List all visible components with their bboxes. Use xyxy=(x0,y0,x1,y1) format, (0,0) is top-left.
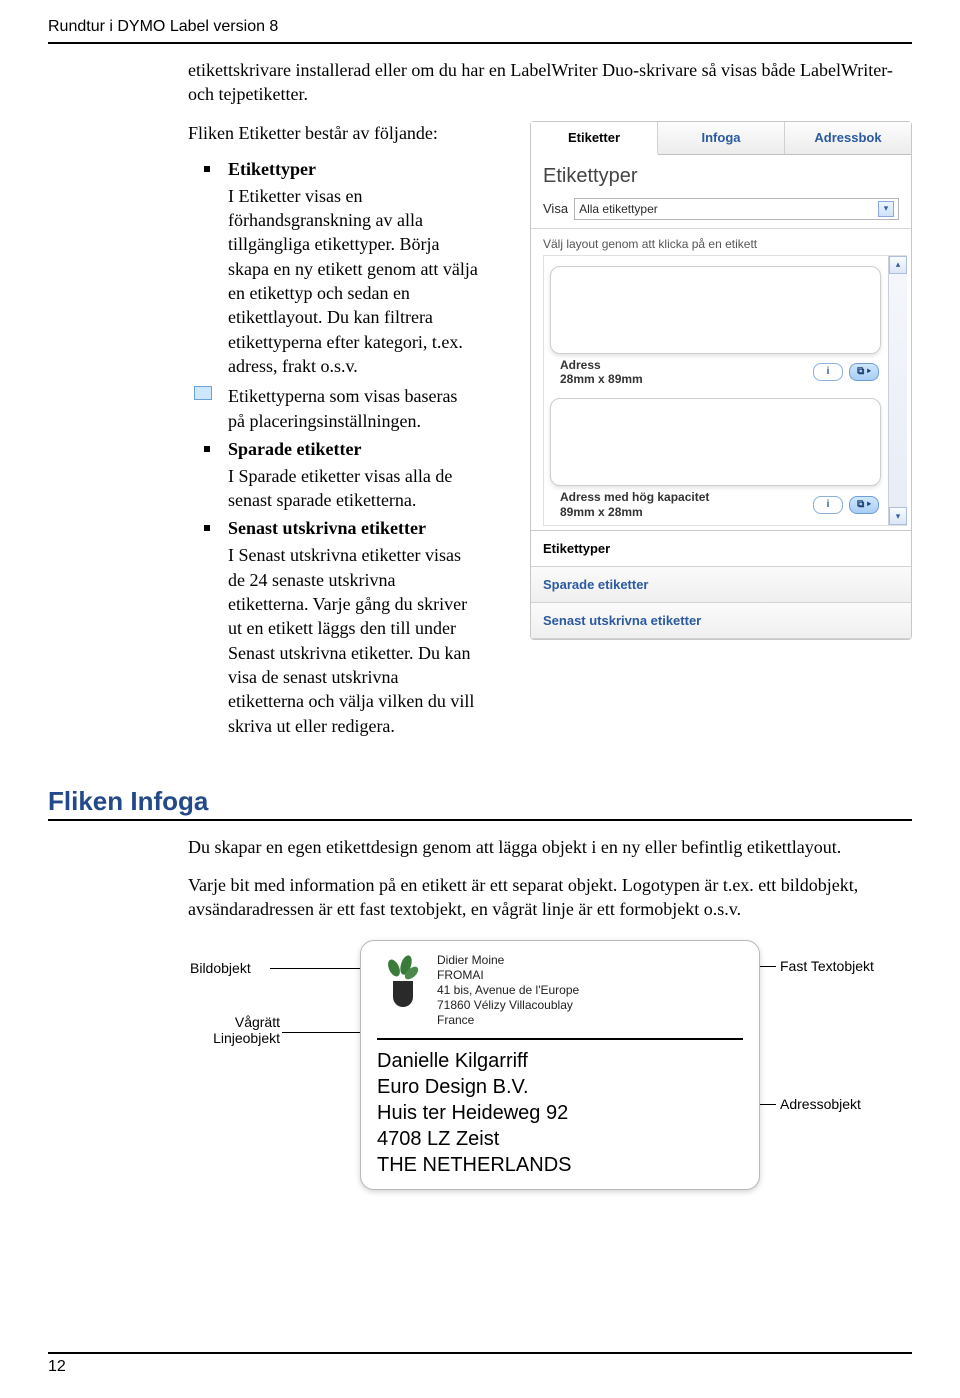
tab-adressbok[interactable]: Adressbok xyxy=(785,122,911,154)
callout-adressobjekt: Adressobjekt xyxy=(780,1096,861,1112)
intro-subhead: Fliken Etiketter består av följande: xyxy=(188,121,478,145)
label-thumbnail xyxy=(550,398,881,486)
bullet-etikettyper: Etikettyper I Etiketter visas en förhand… xyxy=(204,159,478,378)
callout-fasttext: Fast Textobjekt xyxy=(780,958,874,974)
flower-vase-icon xyxy=(377,953,427,1009)
section-heading-infoga: Fliken Infoga xyxy=(48,786,912,821)
label-anatomy-figure: Bildobjekt Vågrätt Linjeobjekt Fast Text… xyxy=(188,936,912,1216)
bottom-nav-sparade[interactable]: Sparade etiketter xyxy=(531,567,911,603)
sample-sender-text: Didier Moine FROMAI 41 bis, Avenue de l'… xyxy=(437,953,579,1028)
bullet-icon xyxy=(204,525,210,531)
chevron-down-icon[interactable]: ▾ xyxy=(878,201,894,217)
sample-recipient-text: Danielle Kilgarriff Euro Design B.V. Hui… xyxy=(377,1048,743,1178)
bottom-nav-senast[interactable]: Senast utskrivna etiketter xyxy=(531,603,911,639)
callout-linjeobjekt: Vågrätt Linjeobjekt xyxy=(190,1014,280,1046)
horizontal-rule xyxy=(377,1038,743,1040)
bullet-etikettyper-title: Etikettyper xyxy=(228,159,478,180)
panel-hint: Välj layout genom att klicka på en etike… xyxy=(531,229,911,255)
callout-bildobjekt: Bildobjekt xyxy=(190,960,251,976)
info-note: Etikettyperna som visas baseras på place… xyxy=(204,384,478,433)
label-type-filter[interactable]: Alla etikettyper ▾ xyxy=(574,198,899,220)
label-caption: Adress med hög kapacitet 89mm x 28mm xyxy=(560,490,807,519)
intro-paragraph: etikettskrivare installerad eller om du … xyxy=(188,58,912,107)
filter-value: Alla etikettyper xyxy=(579,202,658,216)
bullet-etikettyper-text: I Etiketter visas en förhandsgranskning … xyxy=(228,184,478,378)
running-header: Rundtur i DYMO Label version 8 xyxy=(48,18,912,44)
tab-etiketter[interactable]: Etiketter xyxy=(531,122,658,155)
duplicate-icon[interactable]: ⧉ ▸ xyxy=(849,363,879,381)
bullet-senast: Senast utskrivna etiketter I Senast utsk… xyxy=(204,518,478,737)
bullet-sparade-title: Sparade etiketter xyxy=(228,439,478,460)
label-type-list: ▴ ▾ Adress 28mm x 89mm xyxy=(531,255,911,531)
bullet-icon xyxy=(204,446,210,452)
scroll-down-button[interactable]: ▾ xyxy=(889,507,907,525)
info-note-text: Etikettyperna som visas baseras på place… xyxy=(228,386,457,430)
duplicate-icon[interactable]: ⧉ ▸ xyxy=(849,496,879,514)
note-icon xyxy=(194,386,212,400)
label-types-panel: Etiketter Infoga Adressbok Etikettyper V… xyxy=(530,121,912,641)
visa-label: Visa xyxy=(543,201,568,216)
sample-label: Didier Moine FROMAI 41 bis, Avenue de l'… xyxy=(360,940,760,1190)
bullet-sparade: Sparade etiketter I Sparade etiketter vi… xyxy=(204,439,478,513)
page-number: 12 xyxy=(48,1352,912,1376)
section2-para1: Du skapar en egen etikettdesign genom at… xyxy=(188,835,912,859)
bullet-senast-text: I Senast utskrivna etiketter visas de 24… xyxy=(228,543,478,737)
callout-line xyxy=(270,968,370,969)
info-icon[interactable]: i xyxy=(813,496,843,514)
panel-bottom-nav: Etikettyper Sparade etiketter Senast uts… xyxy=(531,530,911,639)
label-type-card[interactable]: Adress med hög kapacitet 89mm x 28mm i ⧉… xyxy=(550,398,881,521)
filter-row: Visa Alla etikettyper ▾ xyxy=(531,192,911,229)
label-thumbnail xyxy=(550,266,881,354)
callout-line xyxy=(282,1032,362,1033)
bottom-nav-etikettyper[interactable]: Etikettyper xyxy=(531,531,911,567)
label-type-card[interactable]: Adress 28mm x 89mm i ⧉ ▸ xyxy=(550,266,881,389)
section2-para2: Varje bit med information på en etikett … xyxy=(188,873,912,922)
label-caption: Adress 28mm x 89mm xyxy=(560,358,807,387)
panel-tabs: Etiketter Infoga Adressbok xyxy=(531,122,911,155)
tab-infoga[interactable]: Infoga xyxy=(658,122,785,154)
info-icon[interactable]: i xyxy=(813,363,843,381)
panel-section-title: Etikettyper xyxy=(531,155,911,192)
scroll-up-button[interactable]: ▴ xyxy=(889,256,907,274)
scrollbar[interactable]: ▴ ▾ xyxy=(888,256,907,526)
bullet-icon xyxy=(204,166,210,172)
bullet-senast-title: Senast utskrivna etiketter xyxy=(228,518,478,539)
bullet-sparade-text: I Sparade etiketter visas alla de senast… xyxy=(228,464,478,513)
